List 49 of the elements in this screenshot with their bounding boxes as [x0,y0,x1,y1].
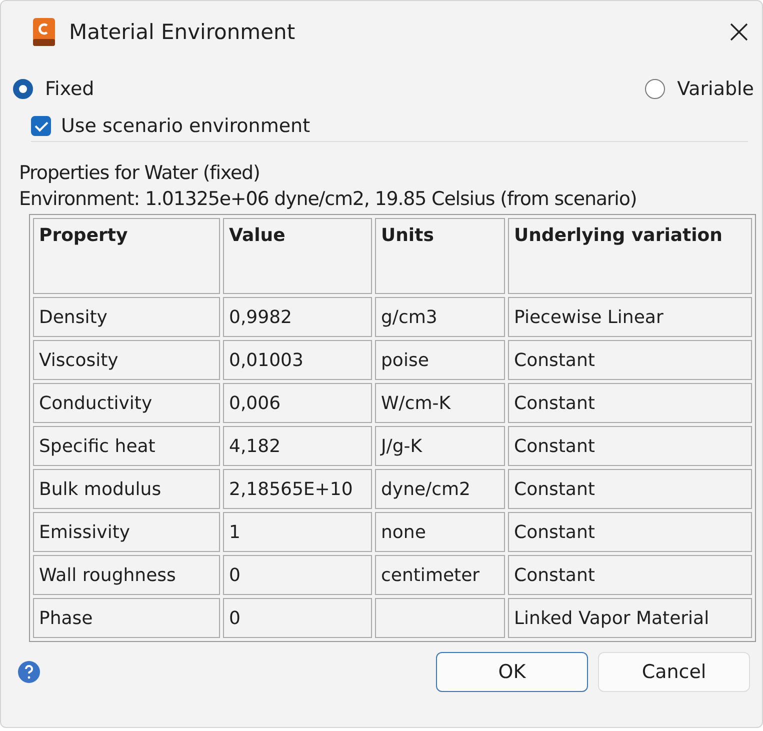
table-cell: Specific heat [33,426,220,466]
table-cell: 1 [223,512,372,552]
table-cell: centimeter [375,555,505,595]
column-header: Property [33,218,220,294]
checkbox-label[interactable]: Use scenario environment [61,115,310,137]
table-cell: Bulk modulus [33,469,220,509]
close-icon[interactable] [730,23,748,41]
table-cell: Wall roughness [33,555,220,595]
table-cell: Phase [33,598,220,638]
table-cell: Constant [508,340,752,380]
table-cell: Constant [508,383,752,423]
table-cell: Constant [508,426,752,466]
environment-text: Environment: 1.01325e+06 dyne/cm2, 19.85 Celsius (from scenario) [18,188,638,210]
table-cell: J/g-K [375,426,505,466]
cancel-button[interactable]: Cancel [598,652,750,692]
app-icon [33,18,55,46]
table-cell: 0,9982 [223,297,372,337]
table-cell: Constant [508,555,752,595]
window-title: Material Environment [69,20,296,44]
table-cell: Density [33,297,220,337]
checkbox[interactable] [31,116,51,136]
radio-label[interactable]: Fixed [45,78,94,100]
table-cell: Viscosity [33,340,220,380]
table-cell: poise [375,340,505,380]
help-icon[interactable] [17,660,41,684]
table-cell: W/cm-K [375,383,505,423]
column-header: Units [375,218,505,294]
properties-heading: Properties for Water (fixed) [18,162,261,184]
table-cell: 0 [223,555,372,595]
table-cell: Conductivity [33,383,220,423]
table-cell: Emissivity [33,512,220,552]
radio-button[interactable] [645,79,666,99]
ok-button[interactable]: OK [436,652,588,692]
column-header: Value [223,218,372,294]
table-cell: g/cm3 [375,297,505,337]
table-cell: 0,01003 [223,340,372,380]
table-cell: Piecewise Linear [508,297,752,337]
table-cell: 2,18565E+10 [223,469,372,509]
radio-button[interactable] [13,79,33,99]
table-cell: 0,006 [223,383,372,423]
table-cell: Constant [508,512,752,552]
column-header: Underlying variation [508,218,752,294]
radio-label[interactable]: Variable [677,78,754,100]
table-cell: none [375,512,505,552]
table-cell: 4,182 [223,426,372,466]
table-cell: Constant [508,469,752,509]
table-cell: dyne/cm2 [375,469,505,509]
table-cell: Linked Vapor Material [508,598,752,638]
table-cell: 0 [223,598,372,638]
